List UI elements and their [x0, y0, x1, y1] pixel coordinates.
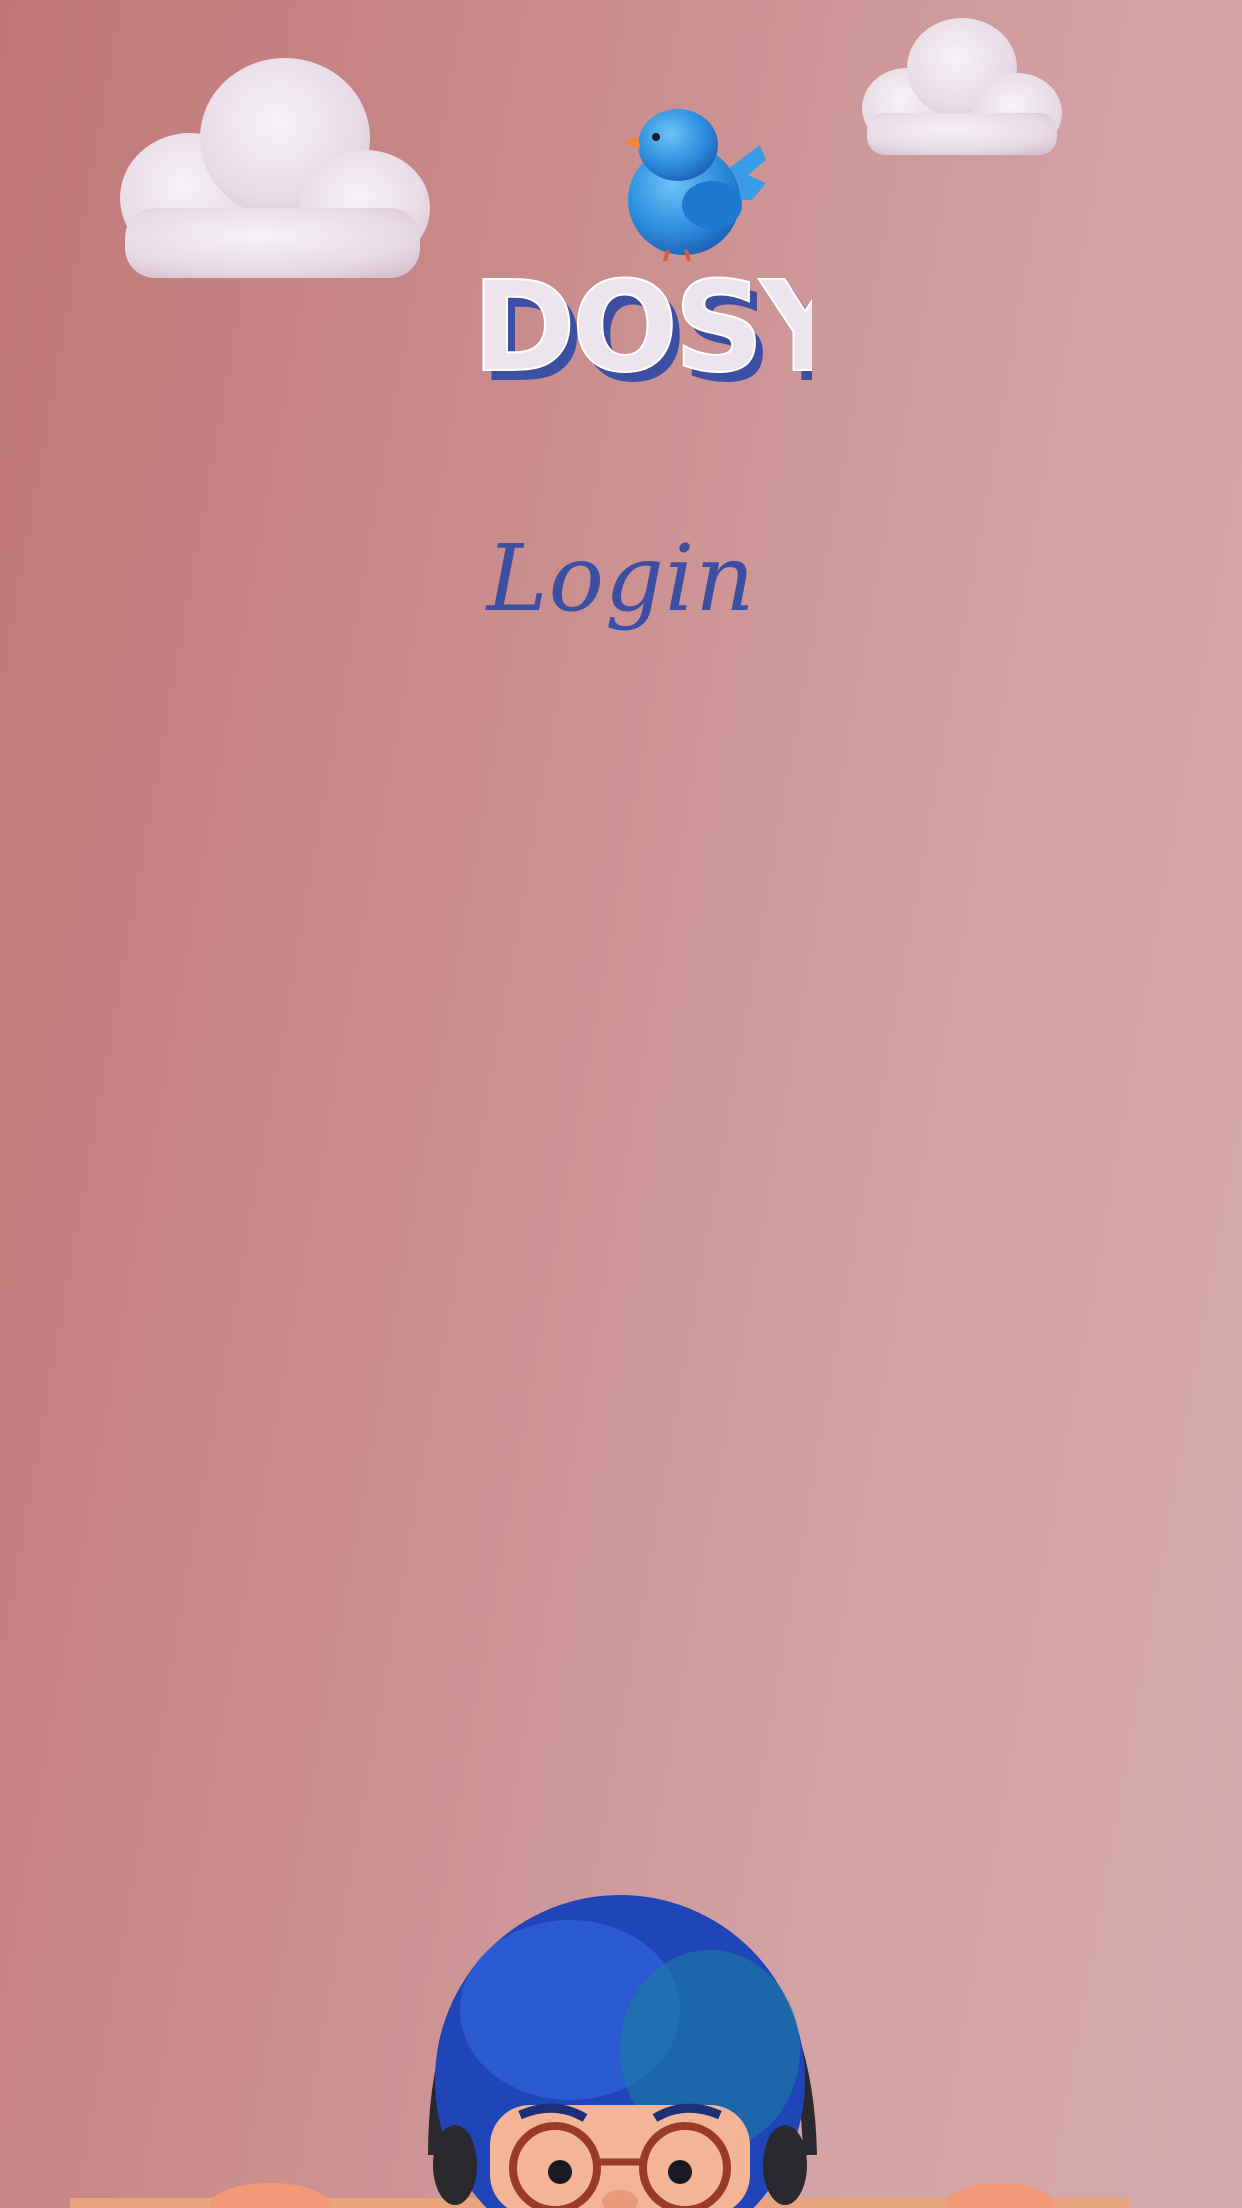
character-illustration — [70, 1895, 1130, 2208]
bird-icon — [624, 109, 766, 262]
login-heading: Login — [486, 525, 756, 632]
app-logo: DOSY DOSY — [471, 254, 812, 395]
cloud-right-icon — [862, 18, 1062, 155]
svg-text:DOSY: DOSY — [472, 255, 812, 395]
cloud-left-icon — [120, 58, 430, 278]
